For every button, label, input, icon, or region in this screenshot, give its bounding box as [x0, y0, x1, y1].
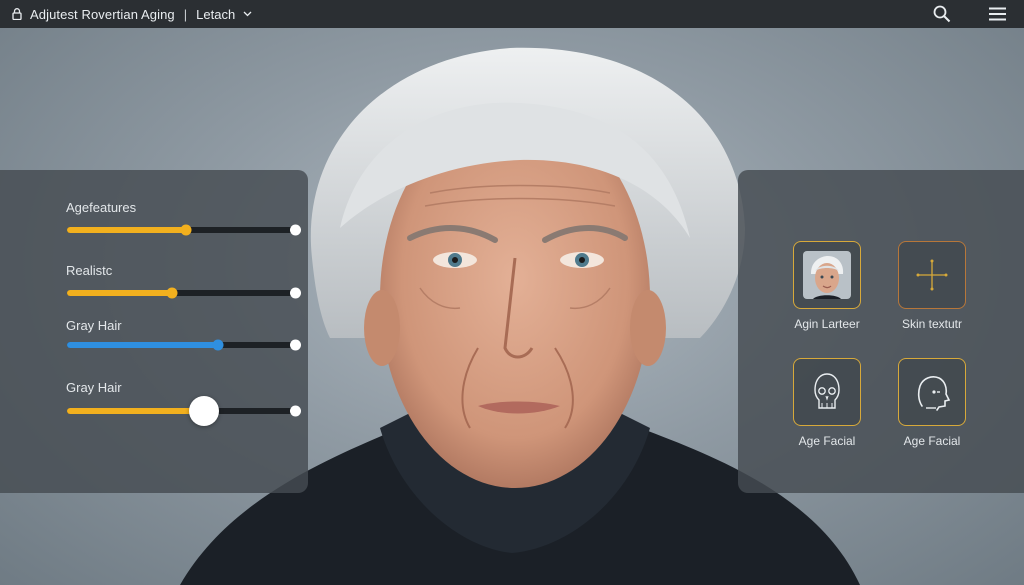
slider-label: Realistc — [66, 263, 113, 278]
slider-label: Gray Hair — [66, 380, 122, 395]
slider-handle[interactable] — [166, 287, 178, 299]
lock-icon — [12, 8, 22, 20]
chevron-down-icon[interactable] — [243, 9, 253, 19]
title-separator: | — [183, 6, 188, 22]
slider-fill — [67, 342, 219, 348]
adjustment-panel: Agefeatures Realistc Gray Hair Gray Hair — [0, 170, 308, 493]
skull-icon — [814, 373, 840, 409]
top-bar: Adjutest Rovertian Aging | Letach — [0, 0, 1024, 28]
slider-label: Agefeatures — [66, 200, 137, 215]
slider-track[interactable] — [67, 224, 301, 236]
slider-end-dot — [290, 405, 301, 417]
presets-panel: Agin Larteer Skin textutr Age Facial Age… — [738, 170, 1024, 493]
tile-skin-texture[interactable] — [898, 241, 966, 309]
slider-label: Gray Hair — [66, 318, 122, 333]
tile-agin-larteer[interactable] — [793, 241, 861, 309]
crosshair-icon — [916, 259, 948, 291]
slider-end-dot — [290, 224, 301, 236]
mode-dropdown[interactable]: Letach — [196, 7, 235, 22]
slider-handle[interactable] — [212, 339, 224, 351]
slider-end-dot — [290, 339, 301, 351]
slider-fill — [67, 227, 187, 233]
tile-label: Age Facial — [903, 434, 961, 448]
tile-label: Skin textutr — [901, 317, 963, 331]
tile-label: Agin Larteer — [794, 317, 860, 331]
hamburger-menu-icon[interactable] — [989, 7, 1006, 21]
tile-age-facial-skull[interactable] — [793, 358, 861, 426]
head-profile-icon — [917, 376, 951, 411]
slider-track[interactable] — [67, 396, 301, 426]
slider-handle[interactable] — [189, 396, 220, 426]
tile-age-facial-head[interactable] — [898, 358, 966, 426]
search-icon[interactable] — [933, 5, 951, 23]
slider-end-dot — [290, 287, 301, 299]
tile-label: Age Facial — [798, 434, 856, 448]
slider-fill — [67, 408, 205, 414]
slider-track[interactable] — [67, 339, 301, 351]
slider-handle[interactable] — [180, 224, 192, 236]
slider-track[interactable] — [67, 287, 301, 299]
app-title: Adjutest Rovertian Aging — [30, 6, 175, 22]
face-thumbnail-icon — [803, 251, 851, 299]
slider-fill — [67, 290, 173, 296]
